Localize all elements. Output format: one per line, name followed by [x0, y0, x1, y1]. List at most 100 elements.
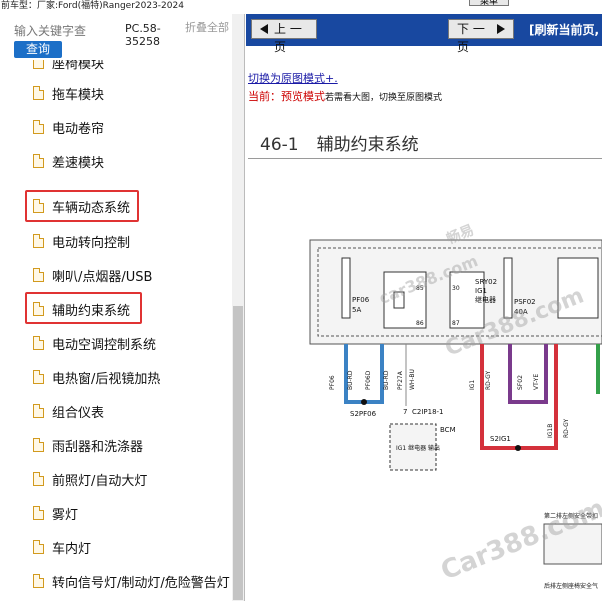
tree-item[interactable]: 辅助约束系统: [33, 298, 130, 320]
prev-page-button[interactable]: 上 一 页: [251, 19, 317, 54]
wire-label: PF27A: [397, 370, 404, 390]
fuse-pf06: [341, 257, 351, 319]
wire-label: PF06: [329, 375, 336, 390]
tree-item[interactable]: 座椅模块: [33, 60, 104, 73]
tree-item[interactable]: 车内灯: [33, 536, 91, 558]
fuse-pf06-rating: 5A: [352, 306, 361, 314]
wire-label: PF06D: [365, 370, 372, 390]
tree-item-label: 雨刮器和洗涤器: [52, 439, 144, 455]
content-panel: 菜单 上 一 页 下 一 页 [刷新当前页, 切换为原图模式+. 当前：预览模式…: [246, 0, 602, 601]
tree-item-label: 组合仪表: [52, 405, 105, 421]
title-divider: [248, 158, 602, 159]
relay-pin-86: 86: [416, 320, 424, 327]
tree-item-label: 车辆动态系统: [52, 200, 131, 216]
collapse-all-button[interactable]: 折叠全部: [185, 22, 231, 34]
fuse-pf06-id: PF06: [352, 296, 370, 304]
relay-name: 继电器: [475, 295, 496, 304]
tree-item[interactable]: 电动空调控制系统: [33, 332, 156, 354]
relay-pin-87: 87: [452, 320, 460, 327]
tree-item-label: 座椅模块: [52, 60, 105, 72]
status-prefix: 当前：: [248, 90, 281, 103]
fuse-psf02: [503, 257, 513, 319]
scrollbar-thumb[interactable]: [233, 306, 243, 600]
bcm-label: BCM: [440, 426, 456, 434]
document-icon: [33, 154, 44, 168]
wire-label: RD-GY: [485, 370, 492, 390]
tree-item[interactable]: 电动转向控制: [33, 230, 130, 252]
search-input[interactable]: 输入关键字查: [14, 22, 118, 42]
prev-page-label: 上 一 页: [274, 22, 302, 54]
tree-item-label: 前照灯/自动大灯: [52, 473, 148, 489]
tree-item-label: 拖车模块: [52, 87, 105, 103]
section-number: 46-1: [260, 135, 299, 155]
tree-item[interactable]: 组合仪表: [33, 400, 104, 422]
status-hint: 若需看大图，切换至原图模式: [325, 93, 443, 103]
tree-item-label: 雾灯: [52, 507, 79, 523]
document-icon: [33, 574, 44, 588]
document-icon: [33, 540, 44, 554]
tree-scrollbar[interactable]: [232, 14, 244, 601]
refresh-link[interactable]: [刷新当前页,: [529, 21, 599, 38]
wire-label: IG1B: [547, 424, 554, 438]
pc-code-label: PC.58-35258: [125, 22, 161, 48]
tree-item-label: 转向信号灯/制动灯/危险警告灯: [52, 575, 230, 591]
tree-item[interactable]: 电动卷帘: [33, 116, 104, 138]
document-icon: [33, 234, 44, 248]
document-icon: [33, 86, 44, 100]
document-icon: [33, 268, 44, 282]
tree-item-label: 辅助约束系统: [52, 303, 131, 319]
switch-original-mode-link[interactable]: 切换为原图模式+.: [248, 70, 338, 86]
left-nav-panel: 输入关键字查 查询 PC.58-35258 折叠全部 座椅模块 拖车模块 电动卷…: [0, 14, 245, 601]
document-icon: [33, 506, 44, 520]
document-icon: [33, 370, 44, 384]
connector-pin: 7: [403, 408, 407, 416]
bcm-box-label: IG1 继电器 输出: [396, 444, 440, 452]
document-icon: [33, 336, 44, 350]
tree-item[interactable]: 电热窗/后视镜加热: [33, 366, 160, 388]
relay-pin-30: 30: [452, 285, 460, 292]
tree-item-label: 电热窗/后视镜加热: [52, 371, 161, 387]
tree-item-label: 电动转向控制: [52, 235, 131, 251]
menu-button[interactable]: 菜单: [469, 0, 509, 6]
mode-status: 当前：预览模式若需看大图，切换至原图模式: [248, 88, 442, 104]
tree-item[interactable]: 雨刮器和洗涤器: [33, 434, 143, 456]
splice-s2pf06: [361, 399, 367, 405]
document-icon: [33, 472, 44, 486]
wire-label: VT-YE: [533, 374, 540, 390]
tree-item-label: 喇叭/点烟器/USB: [52, 269, 153, 285]
document-icon: [33, 404, 44, 418]
arrow-right-icon: [497, 24, 505, 34]
tree-item-label: 车内灯: [52, 541, 92, 557]
document-icon: [33, 120, 44, 134]
document-icon: [33, 60, 44, 69]
tree-item[interactable]: 差速模块: [33, 150, 104, 172]
wire-label: SF02: [517, 375, 524, 390]
splice-s2ig1: [515, 445, 521, 451]
tree-item-label: 电动空调控制系统: [52, 337, 157, 353]
tree-item-label: 差速模块: [52, 155, 105, 171]
status-mode: 预览模式: [281, 90, 325, 103]
relay-code: IG1: [475, 287, 487, 295]
tree-item[interactable]: 拖车模块: [33, 82, 104, 104]
tree-item[interactable]: 车辆动态系统: [33, 195, 130, 217]
arrow-left-icon: [260, 24, 268, 34]
document-icon: [33, 302, 44, 316]
splice-s2ig1-label: S2IG1: [490, 435, 511, 443]
tree-item[interactable]: 雾灯: [33, 502, 78, 524]
wire-label: BU-RD: [383, 370, 390, 390]
document-icon: [33, 199, 44, 213]
wire-vt-ye: [508, 344, 548, 404]
tree-item[interactable]: 转向信号灯/制动灯/危险警告灯: [33, 570, 230, 592]
section-name: 辅助约束系统: [316, 135, 419, 155]
wire-label: WH-BU: [409, 369, 416, 390]
search-button[interactable]: 查询: [14, 41, 62, 58]
next-page-button[interactable]: 下 一 页: [448, 19, 514, 54]
next-page-label: 下 一 页: [457, 22, 485, 54]
tree-item[interactable]: 喇叭/点烟器/USB: [33, 264, 152, 286]
section-title: 46-1 辅助约束系统: [260, 130, 419, 155]
tree-item[interactable]: 前照灯/自动大灯: [33, 468, 147, 490]
wire-label: RD-GY: [563, 418, 570, 438]
relay-id: SRY02: [475, 278, 497, 286]
side-label: 后排左侧座椅安全气: [544, 582, 598, 590]
connector-id: C2IP18-1: [412, 408, 444, 416]
